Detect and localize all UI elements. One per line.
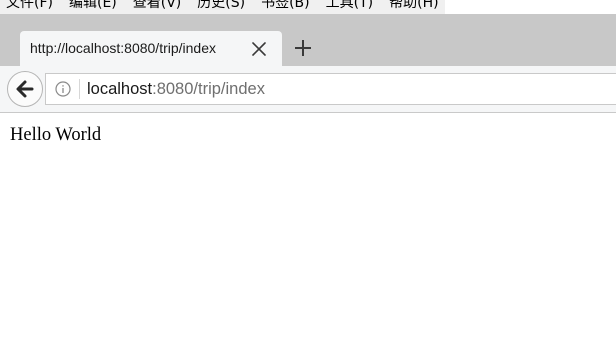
tab-strip: http://localhost:8080/trip/index	[0, 14, 616, 66]
nav-bar: localhost:8080/trip/index	[0, 66, 616, 113]
url-bar[interactable]: localhost:8080/trip/index	[45, 73, 616, 105]
tab-title: http://localhost:8080/trip/index	[30, 40, 217, 56]
tab-active[interactable]: http://localhost:8080/trip/index	[20, 31, 282, 66]
menu-view[interactable]: 查看(V)	[125, 0, 190, 14]
url-divider	[79, 79, 80, 99]
menu-bar: 文件(F) 编辑(E) 查看(V) 历史(S) 书签(B) 工具(T) 帮助(H…	[0, 0, 445, 14]
browser-window: 文件(F) 编辑(E) 查看(V) 历史(S) 书签(B) 工具(T) 帮助(H…	[0, 0, 616, 339]
menu-edit[interactable]: 编辑(E)	[61, 0, 125, 14]
menu-history[interactable]: 历史(S)	[189, 0, 253, 14]
url-host: localhost	[87, 80, 153, 98]
back-arrow-icon	[16, 80, 34, 98]
close-icon[interactable]	[250, 40, 268, 58]
menu-tools[interactable]: 工具(T)	[318, 0, 381, 14]
menu-file[interactable]: 文件(F)	[0, 0, 61, 14]
plus-icon[interactable]	[292, 37, 314, 59]
info-icon[interactable]	[55, 81, 71, 97]
menu-bookmarks[interactable]: 书签(B)	[253, 0, 318, 14]
url-path: :8080/trip/index	[152, 80, 265, 98]
url-text[interactable]: localhost:8080/trip/index	[87, 74, 265, 105]
page-text: Hello World	[10, 125, 102, 145]
back-button[interactable]	[7, 71, 43, 107]
menu-help[interactable]: 帮助(H)	[381, 0, 446, 14]
page-content: Hello World	[0, 113, 616, 339]
